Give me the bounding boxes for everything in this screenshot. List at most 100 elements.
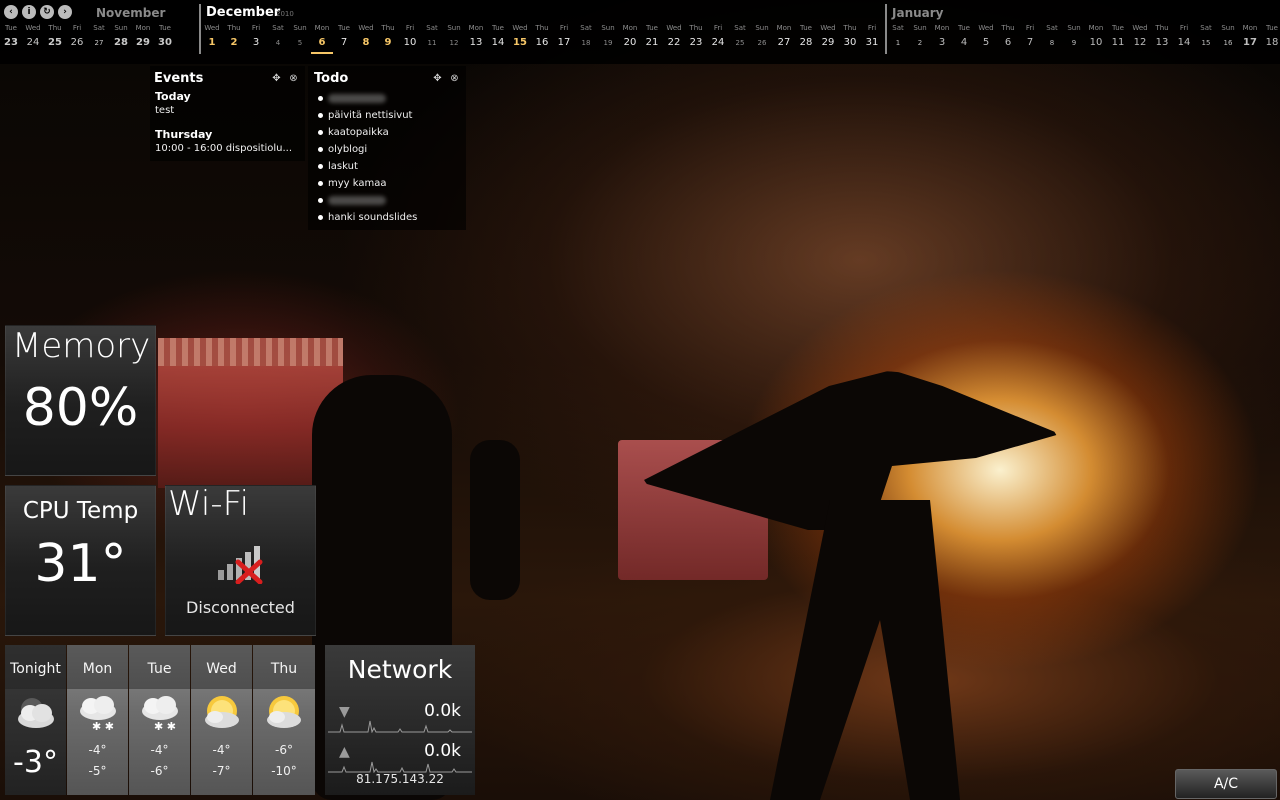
calendar-day-weekday: Wed (204, 24, 220, 32)
calendar-day-number: 28 (114, 37, 128, 48)
svg-text:✱ ✱: ✱ ✱ (154, 720, 176, 733)
calendar-day-weekday: Wed (820, 24, 836, 32)
calendar-day-weekday: Sat (580, 24, 592, 32)
calendar-day[interactable]: Mon 10 (1085, 22, 1107, 52)
weather-day-label: Mon (82, 661, 113, 677)
redacted-text (328, 93, 386, 103)
calendar-day[interactable]: Sat 11 (421, 22, 443, 52)
calendar-day[interactable]: Fri 31 (861, 22, 883, 52)
network-widget[interactable]: Network ▼ 0.0k ▲ 0.0k 81.175.143.22 (325, 645, 475, 795)
calendar-day[interactable]: Fri 24 (707, 22, 729, 52)
weather-day-label: Wed (206, 661, 237, 677)
calendar-day[interactable]: Sun 9 (1063, 22, 1085, 52)
cpu-temp-tile[interactable]: CPU Temp 31° (5, 485, 156, 636)
calendar-day[interactable]: Tue 21 (641, 22, 663, 52)
calendar-day[interactable]: Fri 17 (553, 22, 575, 52)
calendar-day[interactable]: Tue 7 (333, 22, 355, 52)
calendar-day[interactable]: Sun 5 (289, 22, 311, 52)
calendar-day[interactable]: Wed 24 (22, 22, 44, 52)
calendar-day[interactable]: Thu 6 (997, 22, 1019, 52)
todo-item[interactable]: kaatopaikka (316, 124, 417, 141)
move-icon[interactable]: ✥ (432, 73, 443, 84)
event-text[interactable]: 10:00 - 16:00 dispositiolu... (155, 143, 292, 154)
calendar-day[interactable]: Fri 26 (66, 22, 88, 52)
calendar-day[interactable]: Fri 14 (1173, 22, 1195, 52)
calendar-day[interactable]: Tue 28 (795, 22, 817, 52)
calendar-day[interactable]: Wed 5 (975, 22, 997, 52)
calendar-day[interactable]: Mon 27 (773, 22, 795, 52)
calendar-day[interactable]: Sun 2 (909, 22, 931, 52)
weather-tue: Tue ✱ ✱ -4° -6° (129, 645, 190, 795)
calendar-day[interactable]: Sat 15 (1195, 22, 1217, 52)
calendar-day[interactable]: Mon 3 (931, 22, 953, 52)
calendar-day[interactable]: Sun 12 (443, 22, 465, 52)
calendar-day[interactable]: Mon 6 (311, 22, 333, 54)
calendar-day[interactable]: Sat 25 (729, 22, 751, 52)
weather-widget[interactable]: Tonight -3° Mon ✱ ✱ -4° -5° Tue ✱ ✱ -4° (5, 645, 315, 795)
calendar-day-number: 26 (757, 39, 767, 47)
calendar-day-number: 12 (1133, 37, 1147, 48)
calendar-day-weekday: Mon (776, 24, 792, 32)
calendar-day[interactable]: Thu 2 (223, 22, 245, 52)
calendar-day[interactable]: Thu 30 (839, 22, 861, 52)
calendar-day[interactable]: Sat 18 (575, 22, 597, 52)
calendar-day[interactable]: Sun 26 (751, 22, 773, 52)
calendar-day[interactable]: Sun 28 (110, 22, 132, 52)
calendar-day[interactable]: Sun 19 (597, 22, 619, 52)
calendar-day[interactable]: Mon 20 (619, 22, 641, 52)
todo-item[interactable]: myy kamaa (316, 175, 417, 192)
calendar-day[interactable]: Mon 29 (132, 22, 154, 52)
calendar-day-number: 1 (895, 39, 901, 47)
memory-tile[interactable]: Memory 80% (5, 325, 156, 476)
calendar-day[interactable]: Tue 11 (1107, 22, 1129, 52)
calendar-day[interactable]: Thu 16 (531, 22, 553, 52)
calendar-day[interactable]: Sat 8 (1041, 22, 1063, 52)
calendar-day[interactable]: Sun 16 (1217, 22, 1239, 52)
calendar-day[interactable]: Sat 4 (267, 22, 289, 52)
wifi-tile[interactable]: Wi-Fi Disconnected (165, 484, 316, 636)
calendar-day[interactable]: Wed 22 (663, 22, 685, 52)
todo-item[interactable]: laskut (316, 158, 417, 175)
event-day: Today (155, 90, 191, 103)
calendar-day[interactable]: Thu 25 (44, 22, 66, 52)
event-text[interactable]: test (155, 105, 174, 116)
calendar-day[interactable]: Fri 10 (399, 22, 421, 52)
calendar-day-number: 7 (340, 37, 348, 48)
calendar-day-number: 18 (1265, 37, 1279, 48)
calendar-day[interactable]: Tue 30 (154, 22, 176, 52)
calendar-day[interactable]: Wed 12 (1129, 22, 1151, 52)
calendar-day[interactable]: Tue 14 (487, 22, 509, 52)
calendar-day-number: 3 (938, 37, 946, 48)
calendar-day[interactable]: Wed 1 (201, 22, 223, 52)
calendar-day[interactable]: Thu 9 (377, 22, 399, 52)
calendar-day[interactable]: Wed 8 (355, 22, 377, 52)
network-upload-row: ▲ 0.0k (325, 739, 475, 773)
calendar-day[interactable]: Sat 1 (887, 22, 909, 52)
calendar-day[interactable]: Wed 29 (817, 22, 839, 52)
calendar-day[interactable]: Mon 13 (465, 22, 487, 52)
calendar-day[interactable]: Tue 18 (1261, 22, 1280, 52)
todo-item[interactable]: hanki soundslides (316, 209, 417, 226)
calendar-day-weekday: Sun (913, 24, 927, 32)
todo-item[interactable] (316, 90, 417, 107)
calendar-day[interactable]: Fri 3 (245, 22, 267, 52)
calendar-day[interactable]: Mon 17 (1239, 22, 1261, 52)
calendar-day[interactable]: Tue 4 (953, 22, 975, 52)
calendar-day[interactable]: Thu 13 (1151, 22, 1173, 52)
calendar-day[interactable]: Thu 23 (685, 22, 707, 52)
calendar-day-number: 31 (865, 37, 879, 48)
todo-item[interactable]: olyblogi (316, 141, 417, 158)
calendar-day[interactable]: Fri 7 (1019, 22, 1041, 52)
ac-button[interactable]: A/C (1175, 769, 1277, 799)
close-icon[interactable]: ⊗ (288, 73, 299, 84)
calendar-day-weekday: Tue (338, 24, 350, 32)
memory-title: Memory (12, 326, 151, 366)
move-icon[interactable]: ✥ (271, 73, 282, 84)
close-icon[interactable]: ⊗ (449, 73, 460, 84)
calendar-day[interactable]: Sat 27 (88, 22, 110, 52)
calendar-day[interactable]: Tue 23 (0, 22, 22, 52)
todo-item[interactable] (316, 192, 417, 209)
calendar-day[interactable]: Wed 15 (509, 22, 531, 52)
todo-item[interactable]: päivitä nettisivut (316, 107, 417, 124)
weather-current-temp: -3° (13, 745, 58, 780)
